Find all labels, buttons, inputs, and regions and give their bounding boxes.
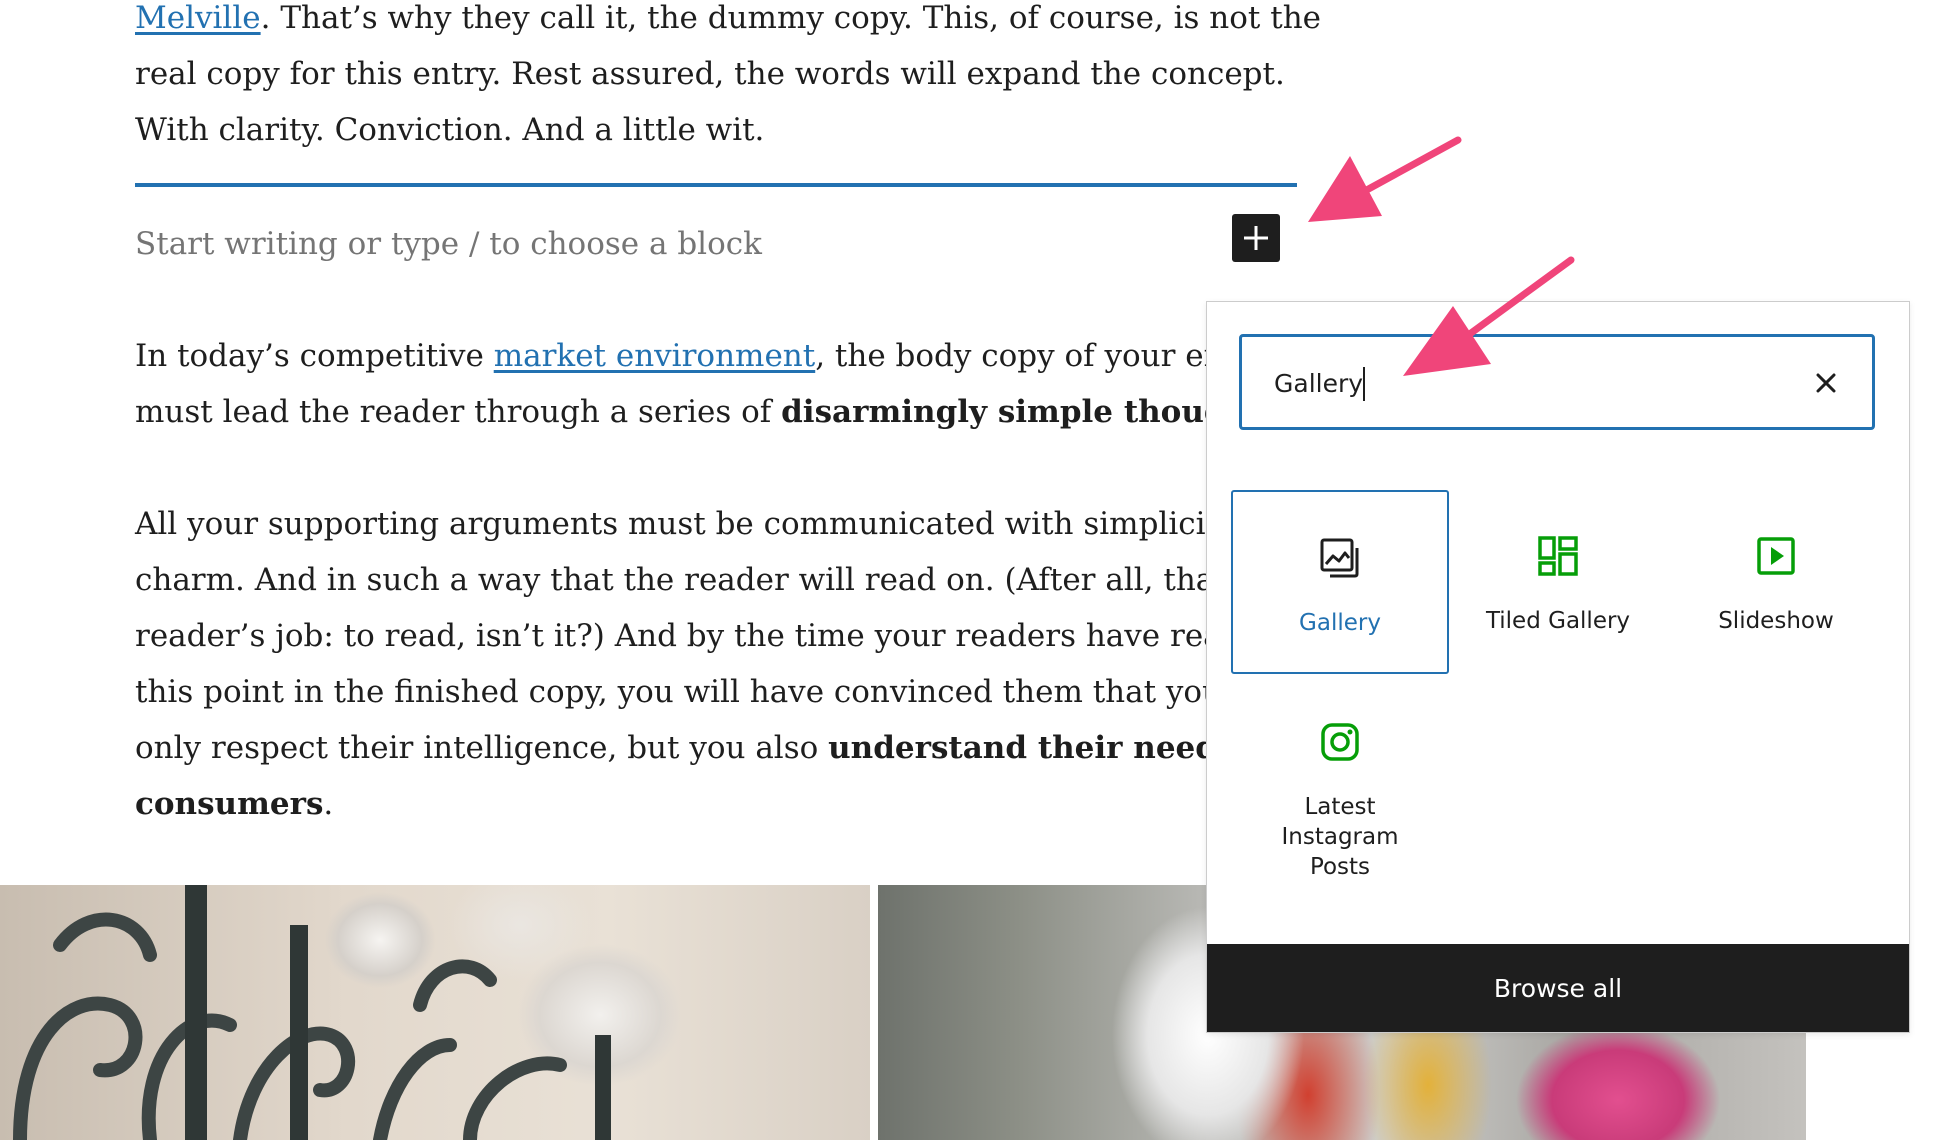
text-caret xyxy=(1363,367,1365,401)
paragraph-2-line-2-text: must lead the reader through a series of xyxy=(135,394,782,430)
gallery-icon xyxy=(1320,538,1359,578)
paragraph-3-bold-2: consumers xyxy=(135,786,324,822)
block-option-label: Slideshow xyxy=(1718,608,1834,634)
close-icon xyxy=(1816,373,1836,393)
block-option-label: Latest Instagram Posts xyxy=(1281,794,1399,880)
paragraph-2-prefix: In today’s competitive xyxy=(135,338,494,374)
clear-search-button[interactable] xyxy=(1804,361,1848,405)
paragraph-3-line-5: only respect their intelligence, but you… xyxy=(135,720,1265,776)
paragraph-3-bold-1: understand their needs a xyxy=(828,730,1266,766)
intro-line-1: Melville. That’s why they call it, the d… xyxy=(135,0,1321,46)
browse-all-button[interactable]: Browse all xyxy=(1207,944,1909,1032)
instagram-icon xyxy=(1321,723,1359,761)
paragraph-2-line-1: In today’s competitive market environmen… xyxy=(135,328,1280,384)
intro-line-3: With clarity. Conviction. And a little w… xyxy=(135,112,765,148)
annotation-arrow-icon xyxy=(1403,256,1575,376)
tiled-gallery-icon xyxy=(1538,536,1578,576)
block-option-tiled-gallery[interactable]: Tiled Gallery xyxy=(1449,490,1667,674)
paragraph-3-line-5-text: only respect their intelligence, but you… xyxy=(135,730,829,766)
paragraph-3-line-6: consumers. xyxy=(135,776,1265,832)
gallery-photo-lamps[interactable] xyxy=(0,885,870,1140)
intro-line-2: real copy for this entry. Rest assured, … xyxy=(135,56,1285,92)
block-option-gallery[interactable]: Gallery xyxy=(1231,490,1449,674)
wrought-iron-decoration xyxy=(13,885,611,1140)
block-inserter-popover: Gallery Tiled Gallery Slideshow Latest I… xyxy=(1206,301,1910,1033)
paragraph-3-end: . xyxy=(323,786,334,822)
slideshow-icon xyxy=(1757,537,1795,575)
paragraph-2-line-2: must lead the reader through a series of… xyxy=(135,384,1280,440)
block-option-slideshow[interactable]: Slideshow xyxy=(1667,490,1885,674)
melville-link[interactable]: Melville xyxy=(135,0,261,36)
block-option-latest-instagram-posts[interactable]: Latest Instagram Posts xyxy=(1231,676,1449,888)
paragraph-3-line-4: this point in the finished copy, you wil… xyxy=(135,674,1247,710)
empty-block-placeholder[interactable]: Start writing or type / to choose a bloc… xyxy=(135,216,762,272)
paragraph-3-line-2: charm. And in such a way that the reader… xyxy=(135,562,1253,598)
paragraph-3-line-3: reader’s job: to read, isn’t it?) And by… xyxy=(135,618,1259,654)
block-insertion-divider xyxy=(135,183,1297,187)
block-option-label: Gallery xyxy=(1299,610,1381,636)
block-option-label: Tiled Gallery xyxy=(1485,608,1631,634)
intro-line-1-text: . That’s why they call it, the dummy cop… xyxy=(260,0,1322,36)
paragraph-2-rest: , the body copy of your entr xyxy=(815,338,1251,374)
paragraph-2[interactable]: In today’s competitive market environmen… xyxy=(135,328,1280,440)
intro-paragraph[interactable]: Melville. That’s why they call it, the d… xyxy=(135,0,1321,158)
paragraph-3-line-1: All your supporting arguments must be co… xyxy=(135,506,1236,542)
add-block-button[interactable] xyxy=(1232,214,1280,262)
market-environment-link[interactable]: market environment xyxy=(494,338,816,374)
annotation-arrow-icon xyxy=(1308,136,1462,222)
plus-icon xyxy=(1244,226,1268,250)
paragraph-3[interactable]: All your supporting arguments must be co… xyxy=(135,496,1265,832)
